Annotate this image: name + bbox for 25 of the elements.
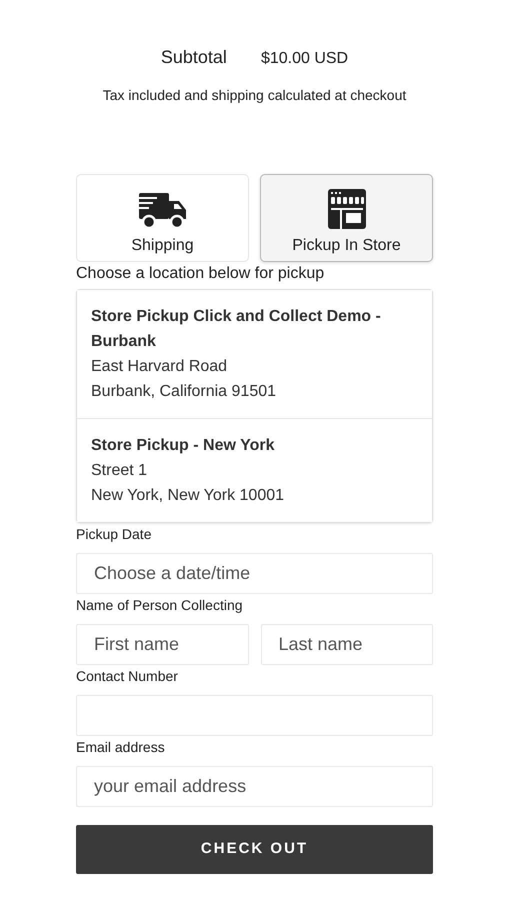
subtotal-amount: $10.00 USD xyxy=(260,49,348,69)
field-label: Name of Person Collecting xyxy=(76,597,243,613)
delivery-tab[interactable]: Pickup In Store xyxy=(260,174,433,262)
address-line: New York, New York 10001 xyxy=(91,486,284,506)
storefront-icon xyxy=(326,189,366,229)
location-name: Store Pickup Click and Collect Demo - Burbank xyxy=(91,307,382,352)
truck-icon xyxy=(138,193,186,229)
location-option[interactable]: Store Pickup - New York Street 1 New York, New York 10001 xyxy=(77,418,432,522)
address-line: Street 1 xyxy=(91,461,148,481)
address-line: Burbank, California 91501 xyxy=(91,382,276,402)
tax-note: Tax included and shipping calculated at checkout xyxy=(102,86,406,105)
input-field[interactable]: Choose a date/time xyxy=(76,553,433,594)
address-line: East Harvard Road xyxy=(91,357,228,377)
field-label: Pickup Date xyxy=(76,526,152,542)
location-name: Store Pickup - New York xyxy=(91,436,274,456)
subtotal-label: Subtotal xyxy=(160,46,227,69)
delivery-tab[interactable]: Shipping xyxy=(76,174,249,262)
input-field[interactable]: Last name xyxy=(260,624,433,665)
input-field[interactable]: your email address xyxy=(76,766,433,807)
field-label: Email address xyxy=(76,739,165,755)
location-prompt: Choose a location below for pickup xyxy=(76,265,324,282)
input-field[interactable]: First name xyxy=(76,624,248,665)
location-option[interactable]: Store Pickup Click and Collect Demo - Burbank East Harvard Road Burbank, California 91501 xyxy=(77,290,432,418)
field-label: Contact Number xyxy=(76,668,178,684)
checkout-button[interactable]: CHECK OUT xyxy=(76,825,433,874)
